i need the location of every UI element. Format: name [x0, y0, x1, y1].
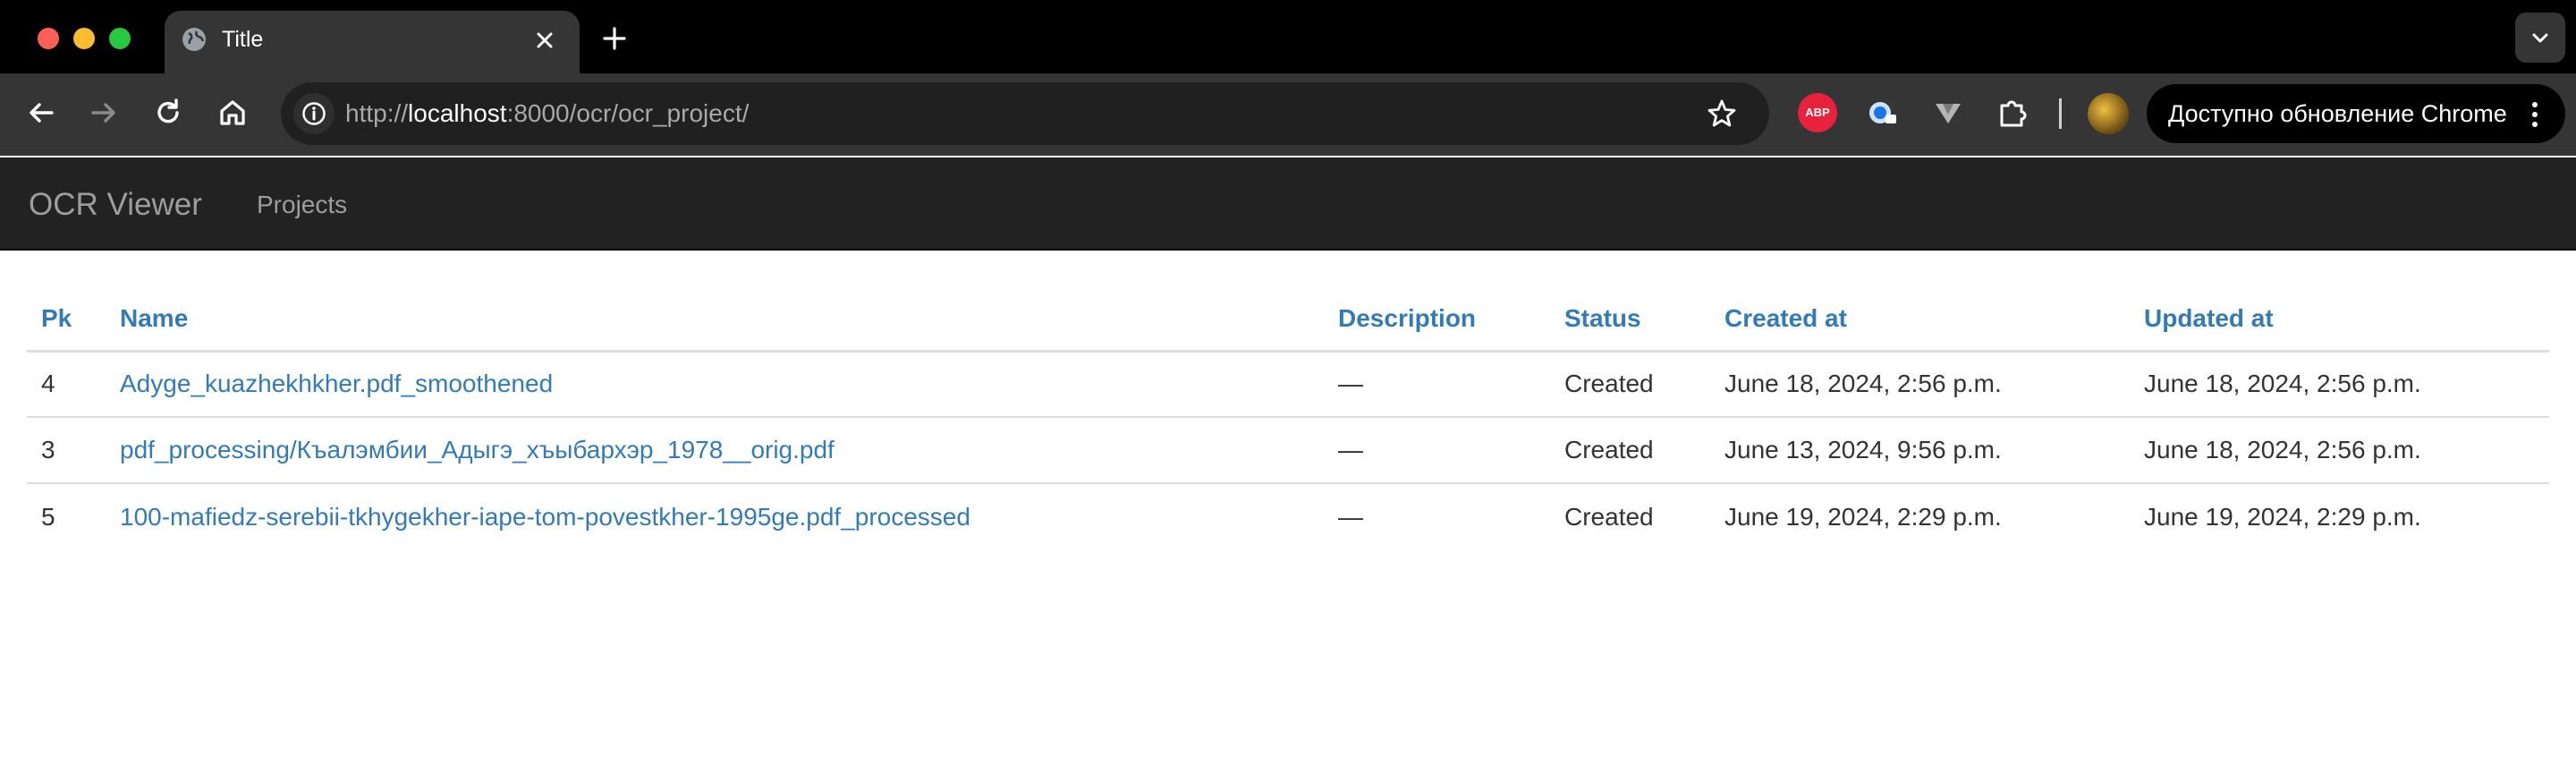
chevron-down-icon — [2532, 33, 2548, 43]
cell-status: Created — [1550, 351, 1710, 418]
cell-name: 100-mafiedz-serebii-tkhygekher-iape-tom-… — [106, 483, 1324, 549]
cell-created-at: June 13, 2024, 9:56 p.m. — [1710, 417, 2130, 484]
cell-pk: 4 — [27, 351, 106, 418]
info-icon — [302, 102, 326, 125]
cell-name: pdf_processing/Къалэмбии_Адыгэ_хъыбархэр… — [106, 417, 1324, 484]
header-pk[interactable]: Pk — [27, 288, 106, 353]
window-maximize-button[interactable] — [109, 28, 131, 49]
abp-icon[interactable]: ABP — [1798, 93, 1837, 132]
avatar[interactable] — [2088, 93, 2129, 134]
toolbar-separator — [2059, 98, 2062, 129]
cell-updated-at: June 18, 2024, 2:56 p.m. — [2130, 351, 2549, 418]
cell-created-at: June 18, 2024, 2:56 p.m. — [1710, 351, 2130, 418]
url-host: localhost — [408, 99, 507, 127]
reload-icon[interactable] — [150, 95, 186, 131]
header-status[interactable]: Status — [1550, 288, 1710, 353]
header-description[interactable]: Description — [1324, 288, 1550, 353]
plus-icon[interactable] — [599, 23, 630, 54]
projects-table-container: Pk Name Description Status Created at Up… — [27, 288, 2549, 549]
cell-status: Created — [1564, 502, 1654, 531]
table-row: 5 100-mafiedz-serebii-tkhygekher-iape-to… — [27, 483, 2549, 549]
site-info-button[interactable] — [293, 93, 335, 134]
forward-icon[interactable] — [86, 95, 122, 131]
url-text[interactable]: http://localhost:8000/ocr/ocr_project/ — [345, 98, 749, 129]
browser-toolbar: http://localhost:8000/ocr/ocr_project/ A… — [0, 73, 2576, 156]
project-link[interactable]: Adyge_kuazhekhkher.pdf_smoothened — [120, 370, 553, 397]
extension-v-icon[interactable] — [1928, 93, 1968, 132]
close-icon[interactable] — [531, 27, 558, 54]
chrome-update-button[interactable]: Доступно обновление Chrome — [2147, 84, 2565, 143]
header-name[interactable]: Name — [106, 288, 1324, 353]
cell-updated-at: June 18, 2024, 2:56 p.m. — [2130, 417, 2549, 484]
tab-title: Title — [222, 27, 264, 52]
window-minimize-button[interactable] — [73, 28, 95, 49]
window-close-button[interactable] — [38, 28, 59, 49]
password-icon[interactable] — [1862, 93, 1902, 132]
cell-created-at: June 19, 2024, 2:29 p.m. — [1724, 502, 2002, 531]
cell-description: — — [1338, 502, 1363, 531]
table-row: 3 pdf_processing/Къалэмбии_Адыгэ_хъыбарх… — [27, 417, 2549, 484]
update-label: Доступно обновление Chrome — [2168, 100, 2507, 127]
cell-name: Adyge_kuazhekhkher.pdf_smoothened — [106, 351, 1324, 418]
header-created-at[interactable]: Created at — [1710, 288, 2130, 353]
home-icon[interactable] — [215, 95, 250, 131]
header-updated-at[interactable]: Updated at — [2130, 288, 2549, 353]
puzzle-icon[interactable] — [1993, 93, 2032, 132]
back-icon[interactable] — [23, 95, 59, 131]
brand-link[interactable]: OCR Viewer — [29, 186, 202, 224]
project-link[interactable]: pdf_processing/Къалэмбии_Адыгэ_хъыбархэр… — [120, 436, 835, 464]
nav-link-projects[interactable]: Projects — [257, 189, 347, 221]
kebab-icon — [2532, 102, 2538, 127]
table-row: 4 Adyge_kuazhekhkher.pdf_smoothened — Cr… — [27, 351, 2549, 418]
site-navbar: OCR Viewer Projects — [0, 157, 2576, 251]
url-path: :8000/ocr/ocr_project/ — [506, 99, 750, 127]
cell-description: — — [1324, 417, 1550, 484]
url-scheme: http:// — [345, 99, 409, 127]
address-bar[interactable]: http://localhost:8000/ocr/ocr_project/ — [281, 82, 1769, 145]
globe-icon — [182, 28, 206, 51]
table-header-row: Pk Name Description Status Created at Up… — [27, 288, 2549, 353]
browser-tab[interactable]: Title — [165, 11, 580, 73]
star-icon[interactable] — [1705, 97, 1739, 131]
cell-pk: 5 — [41, 502, 55, 531]
cell-status: Created — [1550, 417, 1710, 484]
cell-updated-at: June 19, 2024, 2:29 p.m. — [2144, 502, 2421, 531]
cell-pk: 3 — [27, 417, 106, 484]
cell-description: — — [1324, 351, 1550, 418]
tab-strip: Title — [0, 0, 2576, 73]
projects-table: Pk Name Description Status Created at Up… — [27, 288, 2549, 549]
project-link[interactable]: 100-mafiedz-serebii-tkhygekher-iape-tom-… — [120, 503, 970, 531]
tab-search-button[interactable] — [2515, 13, 2565, 63]
